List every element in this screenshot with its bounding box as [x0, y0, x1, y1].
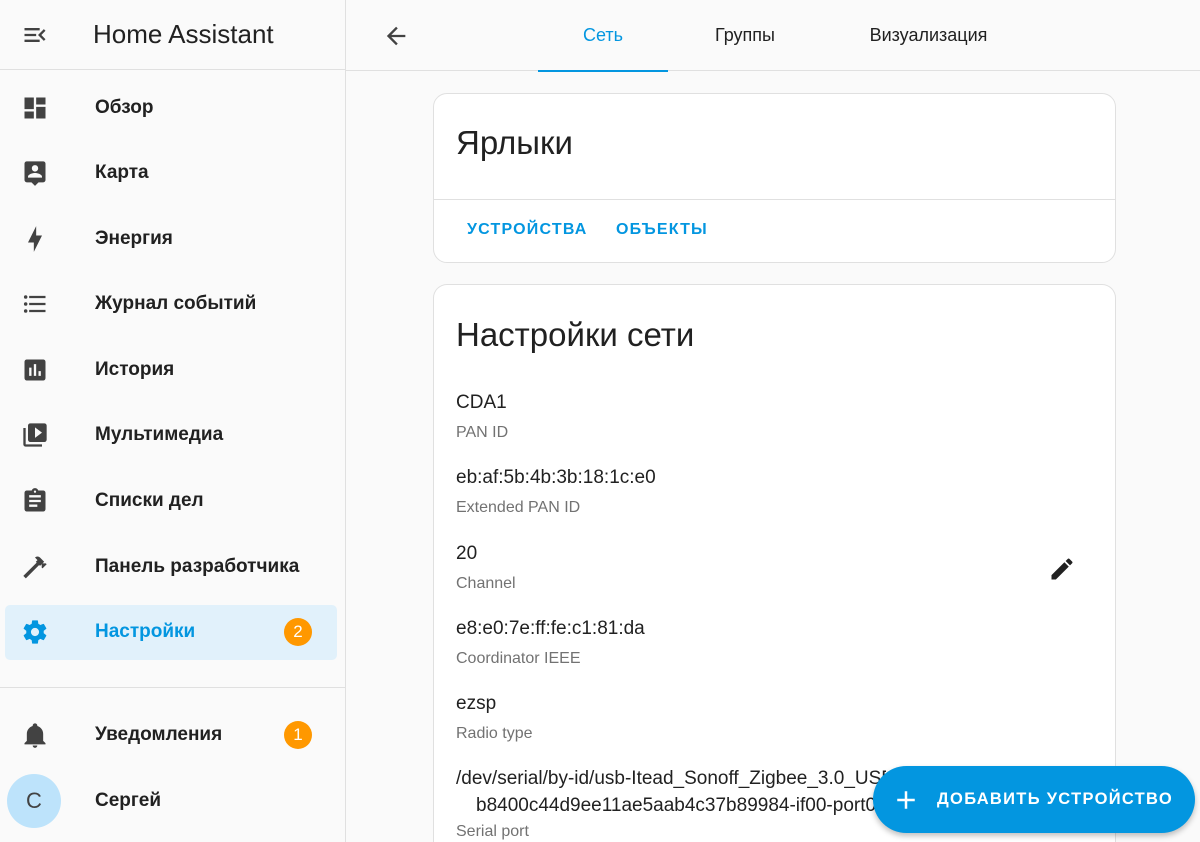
play-box-multiple-icon: [5, 421, 65, 449]
extended-pan-id-field: eb:af:5b:4b:3b:18:1c:e0 Extended PAN ID: [456, 467, 656, 517]
sidebar-item-label: Настройки: [95, 621, 196, 643]
serial-port-label: Serial port: [456, 823, 529, 840]
serial-port-value: /dev/serial/by-id/usb-Itead_Sonoff_Zigbe…: [456, 765, 886, 819]
sidebar-item-settings[interactable]: Настройки 2: [5, 604, 337, 660]
sidebar-item-label: Уведомления: [95, 723, 223, 745]
edit-channel-button[interactable]: [1044, 551, 1080, 587]
plus-icon: [897, 790, 915, 809]
channel-field: 20 Channel: [456, 543, 516, 593]
tab-groups[interactable]: Группы: [680, 0, 810, 71]
arrow-left-icon: [386, 26, 406, 46]
shortcuts-card: Ярлыки УСТРОЙСТВА ОБЪЕКТЫ: [433, 93, 1116, 263]
pan-id-label: PAN ID: [456, 424, 509, 441]
pan-id-value: CDA1: [456, 392, 507, 413]
pan-id-field: CDA1 PAN ID: [456, 392, 508, 442]
app-title: Home Assistant: [93, 19, 274, 49]
tab-network[interactable]: Сеть: [538, 0, 668, 72]
entities-button[interactable]: ОБЪЕКТЫ: [616, 221, 708, 239]
radio-type-field: ezsp Radio type: [456, 693, 533, 743]
serial-port-field: /dev/serial/by-id/usb-Itead_Sonoff_Zigbe…: [456, 765, 886, 841]
sidebar: Home Assistant Обзор Карта Энергия Журна…: [0, 0, 346, 842]
shortcuts-title: Ярлыки: [456, 124, 573, 161]
network-settings-card: Настройки сети CDA1 PAN ID eb:af:5b:4b:3…: [433, 284, 1116, 842]
devices-button[interactable]: УСТРОЙСТВА: [467, 221, 588, 239]
dashboard-icon: [5, 94, 65, 122]
sidebar-item-label: Списки дел: [95, 490, 204, 512]
sidebar-item-label: Энергия: [95, 227, 173, 249]
notifications-badge: 1: [284, 720, 312, 749]
sidebar-item-notifications[interactable]: Уведомления 1: [5, 707, 337, 762]
back-button[interactable]: [376, 18, 416, 54]
sidebar-item-profile[interactable]: С Сергей: [5, 773, 337, 828]
coordinator-ieee-field: e8:e0:7e:ff:fe:c1:81:da Coordinator IEEE: [456, 618, 645, 668]
sidebar-item-label: Журнал событий: [95, 293, 257, 315]
serial-port-line-1: /dev/serial/by-id/usb-Itead_Sonoff_Zigbe…: [456, 768, 886, 789]
add-device-button[interactable]: ДОБАВИТЬ УСТРОЙСТВО: [873, 766, 1195, 833]
card-divider: [434, 199, 1115, 200]
sidebar-item-overview[interactable]: Обзор: [5, 80, 337, 135]
sidebar-item-todo[interactable]: Списки дел: [5, 474, 337, 529]
settings-badge: 2: [284, 618, 312, 647]
channel-value: 20: [456, 543, 478, 564]
radio-type-value: ezsp: [456, 693, 497, 714]
hammer-icon: [5, 553, 65, 581]
add-device-label: ДОБАВИТЬ УСТРОЙСТВО: [937, 790, 1173, 808]
top-bar: Сеть Группы Визуализация: [346, 0, 1200, 72]
sidebar-bottom: Уведомления 1 С Сергей: [0, 707, 345, 839]
network-settings-title: Настройки сети: [456, 316, 695, 353]
clipboard-list-icon: [5, 487, 65, 515]
format-list-bulleted-icon: [5, 290, 65, 318]
sidebar-item-label: Обзор: [95, 96, 154, 118]
coordinator-ieee-label: Coordinator IEEE: [456, 650, 581, 667]
sidebar-divider: [0, 687, 345, 688]
sidebar-item-label: Панель разработчика: [95, 555, 300, 577]
bell-icon: [5, 721, 65, 749]
sidebar-item-label: История: [95, 358, 175, 380]
chart-box-icon: [5, 356, 65, 384]
tab-visualization[interactable]: Визуализация: [841, 0, 1016, 71]
sidebar-item-developer-tools[interactable]: Панель разработчика: [5, 539, 337, 594]
avatar: С: [7, 773, 61, 828]
sidebar-item-logbook[interactable]: Журнал событий: [5, 277, 337, 332]
user-name: Сергей: [95, 789, 162, 811]
cog-icon: [5, 618, 65, 646]
map-account-icon: [5, 159, 65, 187]
radio-type-label: Radio type: [456, 725, 533, 742]
extended-pan-id-value: eb:af:5b:4b:3b:18:1c:e0: [456, 467, 656, 488]
serial-port-line-2: b8400c44d9ee11ae5aab4c37b89984-if00-port…: [476, 795, 877, 816]
extended-pan-id-label: Extended PAN ID: [456, 499, 581, 516]
lightning-bolt-icon: [5, 225, 65, 253]
channel-label: Channel: [456, 575, 516, 592]
sidebar-nav: Обзор Карта Энергия Журнал событий Истор…: [0, 70, 345, 660]
sidebar-header: Home Assistant: [0, 0, 345, 70]
sidebar-item-energy[interactable]: Энергия: [5, 211, 337, 266]
coordinator-ieee-value: e8:e0:7e:ff:fe:c1:81:da: [456, 618, 645, 639]
menu-toggle-button[interactable]: [0, 0, 70, 70]
sidebar-item-label: Карта: [95, 162, 149, 184]
menu-open-icon: [24, 27, 46, 42]
pencil-icon: [1051, 558, 1073, 580]
sidebar-item-media[interactable]: Мультимедиа: [5, 408, 337, 463]
sidebar-item-label: Мультимедиа: [95, 424, 224, 446]
sidebar-item-history[interactable]: История: [5, 342, 337, 397]
sidebar-item-map[interactable]: Карта: [5, 146, 337, 201]
